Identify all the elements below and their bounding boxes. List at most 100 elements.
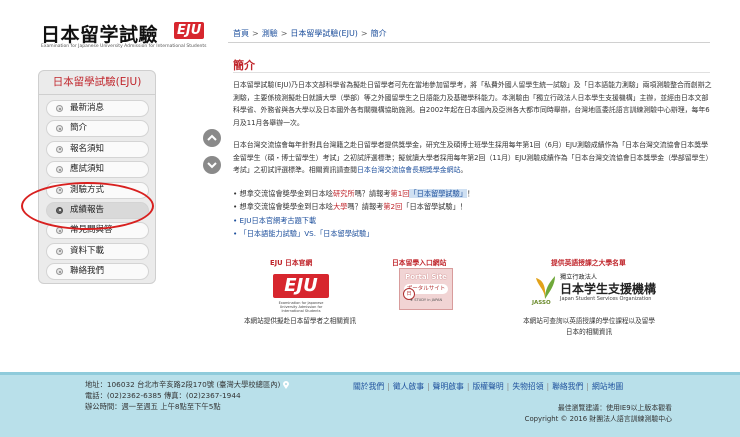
eju-logo-caption: Examination for Japanese University Admi… [278,301,324,313]
tip-text: 想拿交流協會獎學金到日本唸 [239,202,333,212]
portal-title: Portal Site [405,273,447,281]
footer-link-about[interactable]: 關於我們 [353,382,384,391]
footer-hours: 辦公時間：週一至週五 上午8點至下午5點 [85,402,221,411]
scholarship-site-link[interactable]: 日本台灣交流協會長期獎學金網站 [357,166,460,174]
list-item: • 想拿交流協會獎學金到日本唸研究所嗎？請報考第1回「日本留學試驗」！ [233,189,475,198]
footer-separator: | [506,382,510,391]
link-label: 「日本語能力試驗」VS.「日本留學試驗」 [239,228,374,238]
jasso-desc-line: 日本的相關資訊 [565,328,613,336]
scroll-down-button[interactable] [203,156,221,174]
jasso-desc: 本網站可查詢以英語授課的學位課程以及留學 日本的相關資訊 [505,316,673,338]
logo-eju-badge: EJU [174,22,205,39]
sidebar-item-news[interactable]: 最新消息 [46,100,149,117]
tips-list: • 想拿交流協會獎學金到日本唸研究所嗎？請報考第1回「日本留學試驗」！ • 想拿… [233,187,713,240]
breadcrumb-home[interactable]: 首頁 [233,28,249,39]
tip-text: ！ [459,202,467,212]
chevron-down-icon [207,162,217,169]
breadcrumb-eju[interactable]: 日本留學試驗(EJU) [290,28,358,39]
jasso-desc-line: 本網站可查詢以英語授課的學位課程以及留學 [523,317,655,325]
sidebar: 日本留學試驗(EJU) 最新消息 簡介 報名須知 應試須知 測驗方式 成績報告 … [38,70,156,284]
sidebar-item-label: 應試須知 [70,164,105,175]
bullet-icon [56,166,63,174]
footer-link-copyright[interactable]: 版權聲明 [472,382,503,391]
portal-site-link[interactable]: Portal Site ポータルサイト 日 ★ STUDY in JAPAN [399,268,453,310]
eju-official-desc: 本網站提供擬赴日本留學者之相關資訊 [243,317,357,325]
comparison-link[interactable]: • 「日本語能力試驗」VS.「日本留學試驗」 [233,229,374,238]
scroll-up-button[interactable] [203,129,221,147]
title-divider [233,72,710,73]
sidebar-item-label: 聯絡我們 [70,266,105,277]
footer-link-sitemap[interactable]: 網站地圖 [592,382,623,391]
breadcrumb-separator: > [280,29,288,38]
footer-separator: | [466,382,470,391]
footer-link-jobs[interactable]: 徵人啟事 [393,382,424,391]
tip-text: ！ [466,189,475,198]
list-item: • 「日本語能力試驗」VS.「日本留學試驗」 [233,227,713,240]
tip-selected-text: 「日本留學試驗」 [409,189,467,198]
footer-link-lost-found[interactable]: 失物招領 [512,382,543,391]
jasso-link[interactable]: JASSO 獨立行政法人 日本学生支援機構 Japan Student Serv… [532,268,662,312]
eju-official-heading: EJU 日本官網 [270,259,313,267]
jasso-label-2: 日本学生支援機構 [560,282,657,296]
jasso-leaf-icon [536,276,555,299]
past-papers-link[interactable]: • EJU日本官網考古題下載 [233,216,316,225]
breadcrumb-current[interactable]: 簡介 [371,28,387,39]
breadcrumb-separator: > [360,29,368,38]
tip-highlight: 大學 [332,202,348,212]
intro-paragraph: 日本留學試驗(EJU)乃日本文部科學省為擬赴日留學者可先在當地參加留學考，將「私… [233,81,712,127]
portal-heading: 日本留學入口網站 [392,259,447,267]
sidebar-item-label: 資料下載 [70,245,105,256]
page-title: 簡介 [233,59,255,72]
sidebar-item-downloads[interactable]: 資料下載 [46,242,149,260]
tip-highlight: 第2回 [383,202,403,212]
footer-copyright: Copyright © 2016 財團法人語言訓練測驗中心 [524,415,672,423]
scholarship-paragraph: 日本台灣交流協會每年針對具台灣籍之赴日留學者提供獎學金，研究生及碩博士班學生採用… [233,139,713,177]
bullet-icon [56,105,63,112]
footer-link-contact[interactable]: 聯絡我們 [552,382,583,391]
footer-separator: | [546,382,550,391]
annotation-circle [21,182,154,230]
sidebar-item-exam-notes[interactable]: 應試須知 [46,161,149,179]
chevron-up-icon [207,134,217,141]
bullet-icon [56,268,63,276]
site-logo[interactable]: 日本留学試驗 EJU Examination for Japanese Univ… [41,20,206,54]
jasso-label-3: Japan Student Services Organization [560,296,652,302]
footer-right: 最佳瀏覽建議：使用IE9以上版本觀看 Copyright © 2016 財團法人… [525,403,672,425]
tip-text: 嗎？請報考 [347,202,384,212]
footer-phone: 電話：(02)2362-6385 傳真：(02)2367-1944 [85,391,241,400]
footer-top-strip [0,372,740,375]
eju-logo: EJU [273,274,329,298]
tip-text: 嗎？請報考 [354,189,391,198]
list-item: • 想拿交流協會獎學金到日本唸大學嗎？請報考第2回「日本留學試驗」！ [233,202,467,212]
sidebar-title: 日本留學試驗(EJU) [52,76,142,88]
breadcrumb: 首頁 > 測驗 > 日本留學試驗(EJU) > 簡介 [233,28,387,39]
sidebar-item-contact[interactable]: 聯絡我們 [46,263,149,281]
scholarship-text: 日本台灣交流協會每年針對具台灣籍之赴日留學者提供獎學金，研究生及碩博士班學生採用… [233,141,713,175]
tip-text: 想拿交流協會獎學金到日本唸 [239,189,333,198]
footer-address: 地址：106032 台北市辛亥路2段170號 (臺灣大學校總區內) 電話：(02… [85,379,290,412]
portal-caption: ★ STUDY in JAPAN [409,298,443,302]
footer-address-line: 地址：106032 台北市辛亥路2段170號 (臺灣大學校總區內) [85,380,281,389]
tip-text: 「日本留學試驗」 [402,202,460,212]
footer-separator: | [427,382,430,391]
logo-subtitle: Examination for Japanese University Admi… [41,44,207,49]
scholarship-text-end: 。 [460,166,468,175]
sidebar-divider [39,94,155,95]
sidebar-item-registration[interactable]: 報名須知 [46,140,149,158]
header-divider [228,42,710,43]
footer-links: 關於我們 | 徵人啟事 | 聲明啟事 | 版權聲明 | 失物招領 | 聯絡我們 | 網站地圖 [353,381,623,392]
sidebar-item-label: 最新消息 [70,103,105,113]
jasso-heading: 提供英語授課之大學名單 [551,259,626,267]
map-pin-icon[interactable] [283,381,290,389]
breadcrumb-tests[interactable]: 測驗 [262,28,278,39]
sidebar-item-label: 報名須知 [70,143,105,154]
list-item: • EJU日本官網考古題下載 [233,214,713,227]
bullet-icon [56,125,63,133]
sidebar-item-label: 簡介 [70,123,88,134]
bullet-icon [56,227,63,235]
sidebar-item-intro[interactable]: 簡介 [46,120,149,138]
eju-official-link[interactable]: EJU Examination for Japanese University … [270,268,332,313]
footer-browser-note: 最佳瀏覽建議：使用IE9以上版本觀看 [557,404,672,412]
footer-link-notice[interactable]: 聲明啟事 [433,382,464,391]
bullet-icon [56,145,63,153]
